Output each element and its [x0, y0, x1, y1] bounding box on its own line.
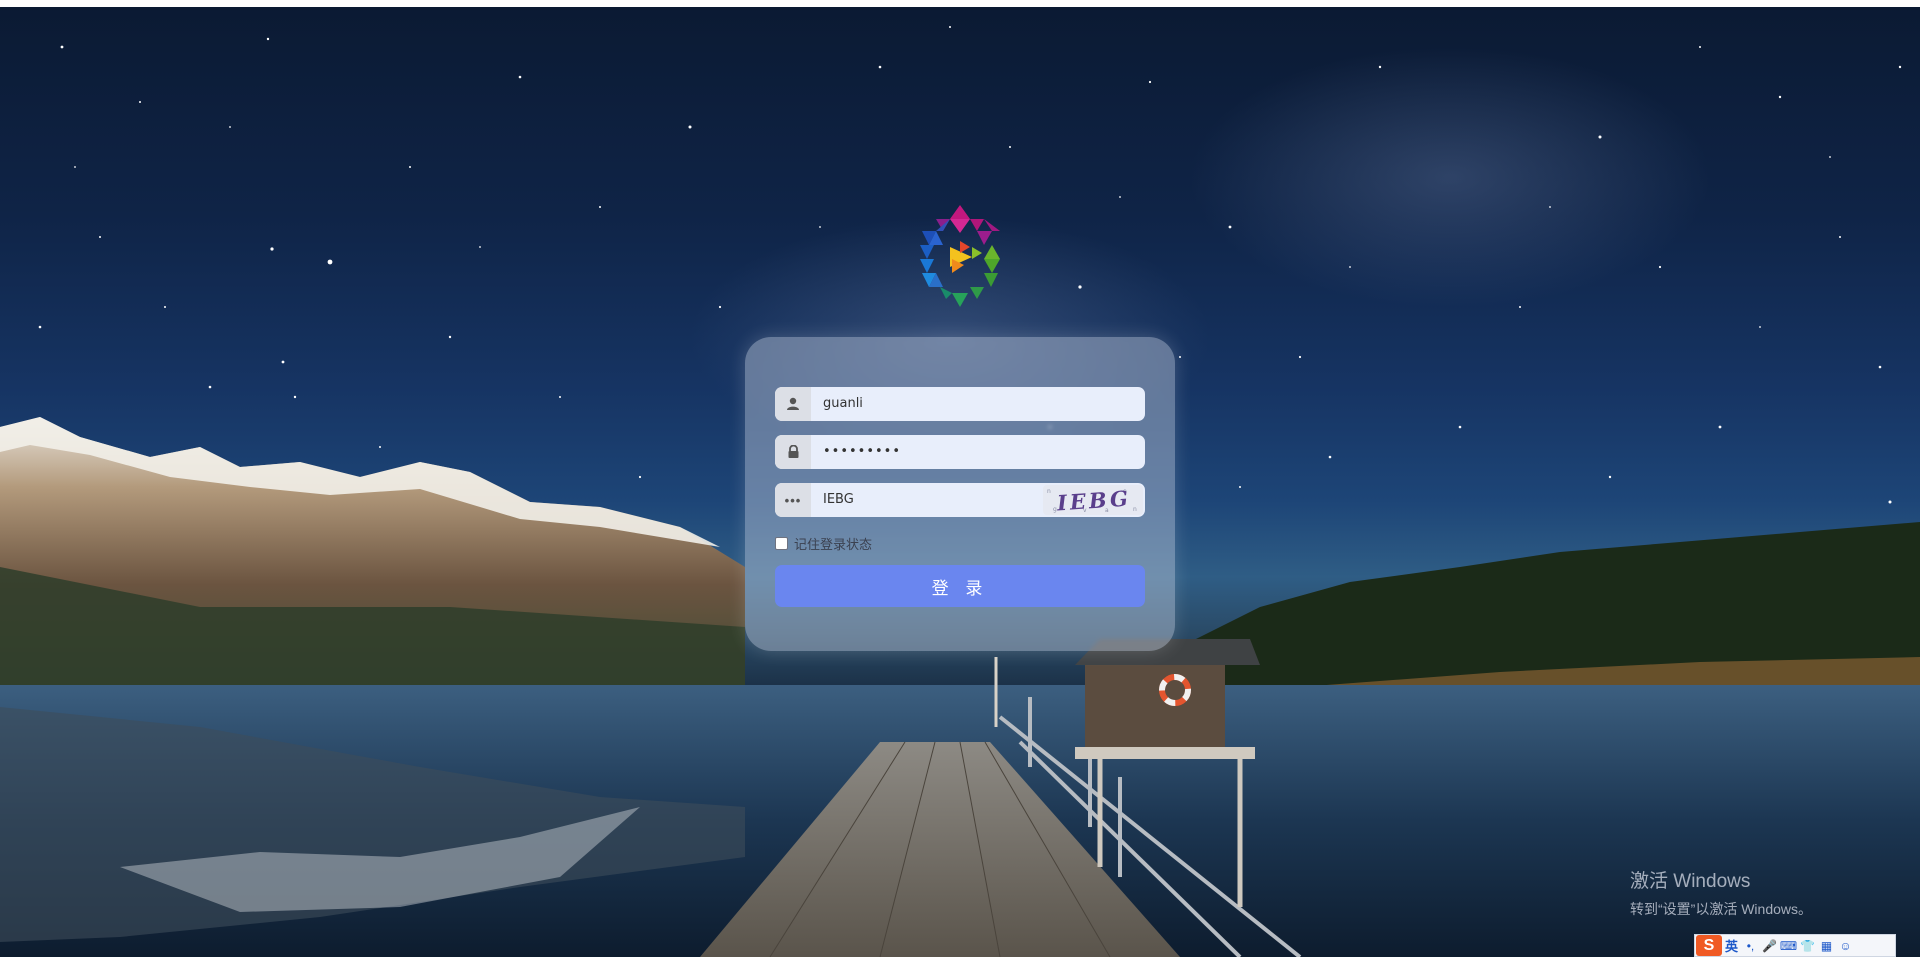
captcha-input[interactable]: IEBG	[811, 483, 1041, 517]
ime-keyboard-icon[interactable]: ⌨	[1779, 939, 1798, 953]
activation-title: 激活 Windows	[1630, 871, 1751, 892]
remember-checkbox[interactable]	[775, 537, 788, 550]
remember-login[interactable]: 记住登录状态	[775, 534, 872, 553]
ime-skin-icon[interactable]: 👕	[1798, 939, 1817, 953]
ime-emoji-icon[interactable]: ☺	[1836, 939, 1855, 953]
captcha-field: ••• IEBG ngv ena IEBG	[775, 483, 1145, 517]
login-screen: guanli ••••••••• ••• IEBG ngv ena IEBG 记…	[0, 0, 1920, 957]
login-card: guanli ••••••••• ••• IEBG ngv ena IEBG 记…	[745, 337, 1175, 651]
captcha-image[interactable]: ngv ena IEBG	[1043, 485, 1143, 515]
lock-icon	[775, 435, 811, 469]
remember-label: 记住登录状态	[794, 537, 873, 552]
password-input[interactable]: •••••••••	[811, 435, 1145, 469]
brand-logo	[912, 203, 1008, 309]
ime-punctuation-icon[interactable]: •,	[1741, 939, 1760, 953]
ime-mode[interactable]: 英	[1722, 936, 1741, 955]
activation-hint: 转到“设置”以激活 Windows。	[1630, 901, 1813, 917]
password-field: •••••••••	[775, 435, 1145, 469]
hexagon-logo-icon	[920, 205, 1000, 307]
ime-logo[interactable]: S	[1696, 935, 1722, 956]
ime-microphone-icon[interactable]: 🎤	[1760, 939, 1779, 953]
ime-toolbar[interactable]: S 英 •, 🎤 ⌨ 👕 ▦ ☺	[1694, 934, 1896, 957]
svg-text:n: n	[1047, 488, 1051, 495]
user-icon	[775, 387, 811, 421]
windows-activation-watermark: 激活 Windows 转到“设置”以激活 Windows。	[1630, 866, 1812, 919]
ime-toolbox-icon[interactable]: ▦	[1817, 939, 1836, 953]
captcha-image-text: IEBG	[1056, 485, 1132, 515]
username-field: guanli	[775, 387, 1145, 421]
username-input[interactable]: guanli	[811, 387, 1145, 421]
ellipsis-icon: •••	[775, 483, 811, 517]
login-button[interactable]: 登 录	[775, 565, 1145, 607]
svg-text:n: n	[1133, 506, 1137, 513]
